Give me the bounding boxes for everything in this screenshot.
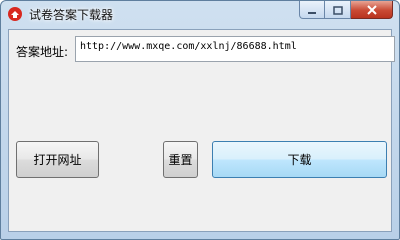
close-icon	[366, 1, 378, 19]
title-bar[interactable]: 试卷答案下载器	[1, 1, 399, 28]
app-window: 试卷答案下载器 答案地址: http://www.mxqe.com/xxlnj/…	[0, 0, 400, 240]
url-label: 答案地址:	[16, 45, 69, 59]
download-button[interactable]: 下载	[212, 141, 387, 178]
minimize-icon	[307, 1, 317, 19]
window-title: 试卷答案下载器	[29, 8, 114, 22]
close-button[interactable]	[351, 1, 393, 19]
open-url-button[interactable]: 打开网址	[16, 141, 99, 178]
reset-button[interactable]: 重置	[163, 141, 198, 178]
maximize-button[interactable]	[325, 1, 351, 19]
app-icon	[7, 6, 23, 22]
window-controls	[299, 1, 393, 20]
minimize-button[interactable]	[299, 1, 325, 19]
client-area: 答案地址: http://www.mxqe.com/xxlnj/86688.ht…	[8, 29, 395, 232]
maximize-icon	[332, 1, 343, 19]
url-input[interactable]: http://www.mxqe.com/xxlnj/86688.html	[75, 36, 395, 62]
